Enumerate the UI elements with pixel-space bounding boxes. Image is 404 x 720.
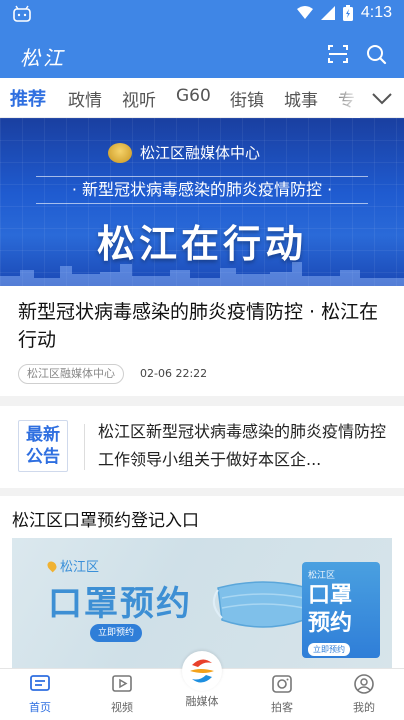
scan-icon[interactable] [326,42,350,66]
notice-divider [84,424,85,470]
mask-banner-headline: 口罩预约 [48,584,192,624]
side-location: 松江区 [308,571,336,581]
mask-banner-location-text: 松江区 [60,560,100,575]
battery-icon [342,5,353,21]
app-logo: 松江 [20,46,66,70]
article-title[interactable]: 新型冠状病毒感染的肺炎疫情防控 · 松江在行动 [18,298,388,354]
app-header: 松江 [0,32,404,76]
side-headline-2: 预约 [308,611,353,636]
badge-line-1: 最新 [26,425,60,445]
mask-reservation-section: 松江区口罩预约登记入口 松江区 口罩预约 立即预约 松江区 口罩 预约 立即预约 [0,496,404,668]
badge-line-2: 公告 [26,447,60,467]
latest-notice-badge: 最新 公告 [18,420,68,472]
signal-icon [320,6,335,20]
nav-media[interactable]: 融媒体 [172,651,232,709]
emblem-icon [108,142,132,163]
notice-card[interactable]: 最新 公告 松江区新型冠状病毒感染的肺炎疫情防控工作领导小组关于做好本区企... [0,406,404,488]
hero-subline: · 新型冠状病毒感染的肺炎疫情防控 · [36,176,368,204]
status-time: 4:13 [360,4,392,21]
hero-org: 松江区融媒体中心 [108,142,260,163]
status-bar: 4:13 [0,0,404,30]
article-source-tag: 松江区融媒体中心 [18,364,124,384]
mask-side-card: 松江区 口罩 预约 立即预约 [302,562,380,658]
nav-home-label: 首页 [29,701,51,714]
nav-snapshot-label: 拍客 [271,701,293,714]
camera-icon [272,675,292,693]
wifi-icon [296,6,313,19]
app-top-bar: 4:13 松江 [0,0,404,78]
tab-politics[interactable]: 政情 [68,86,102,111]
video-icon [112,675,132,692]
nav-profile-label: 我的 [353,701,375,714]
article-date: 02-06 22:22 [140,367,208,380]
hero-org-text: 松江区融媒体中心 [140,144,261,162]
mask-reserve-button[interactable]: 立即预约 [90,624,143,642]
mask-reservation-banner[interactable]: 松江区 口罩预约 立即预约 松江区 口罩 预约 立即预约 [12,538,392,668]
article-card[interactable]: 新型冠状病毒感染的肺炎疫情防控 · 松江在行动 松江区融媒体中心 02-06 2… [0,286,404,396]
nav-media-circle [182,651,222,691]
tabs-fade [330,78,360,118]
tab-g60[interactable]: G60 [176,86,211,106]
profile-icon [354,674,374,694]
category-tabs: 推荐 政情 视听 G60 街镇 城事 专 [0,78,404,118]
mask-section-title: 松江区口罩预约登记入口 [12,511,199,531]
tab-city[interactable]: 城事 [284,86,318,111]
home-icon [30,675,50,691]
chevron-down-icon[interactable] [370,88,394,108]
skyline-graphic [0,262,404,286]
nav-media-label: 融媒体 [185,695,219,708]
bottom-navigation: 首页 视频 融媒体 拍客 我的 [0,651,404,720]
tab-audiovisual[interactable]: 视听 [122,86,156,111]
media-logo-icon [190,659,214,683]
side-headline-1: 口罩 [308,583,353,608]
notification-app-icon [13,5,31,22]
notice-text[interactable]: 松江区新型冠状病毒感染的肺炎疫情防控工作领导小组关于做好本区企... [98,418,390,474]
tab-towns[interactable]: 街镇 [230,86,264,111]
search-icon[interactable] [364,42,388,66]
hero-banner[interactable]: 松江区融媒体中心 · 新型冠状病毒感染的肺炎疫情防控 · 松江在行动 [0,118,404,286]
nav-home[interactable]: 首页 [10,673,70,715]
tab-recommend[interactable]: 推荐 [10,85,46,111]
status-right: 4:13 [296,4,392,22]
mask-banner-location: 松江区 [45,556,100,575]
nav-video-label: 视频 [111,701,133,714]
nav-profile[interactable]: 我的 [334,673,394,715]
nav-video[interactable]: 视频 [92,673,152,715]
side-reserve-button[interactable]: 立即预约 [308,643,350,656]
location-pin-icon [45,559,59,573]
nav-snapshot[interactable]: 拍客 [252,673,312,715]
